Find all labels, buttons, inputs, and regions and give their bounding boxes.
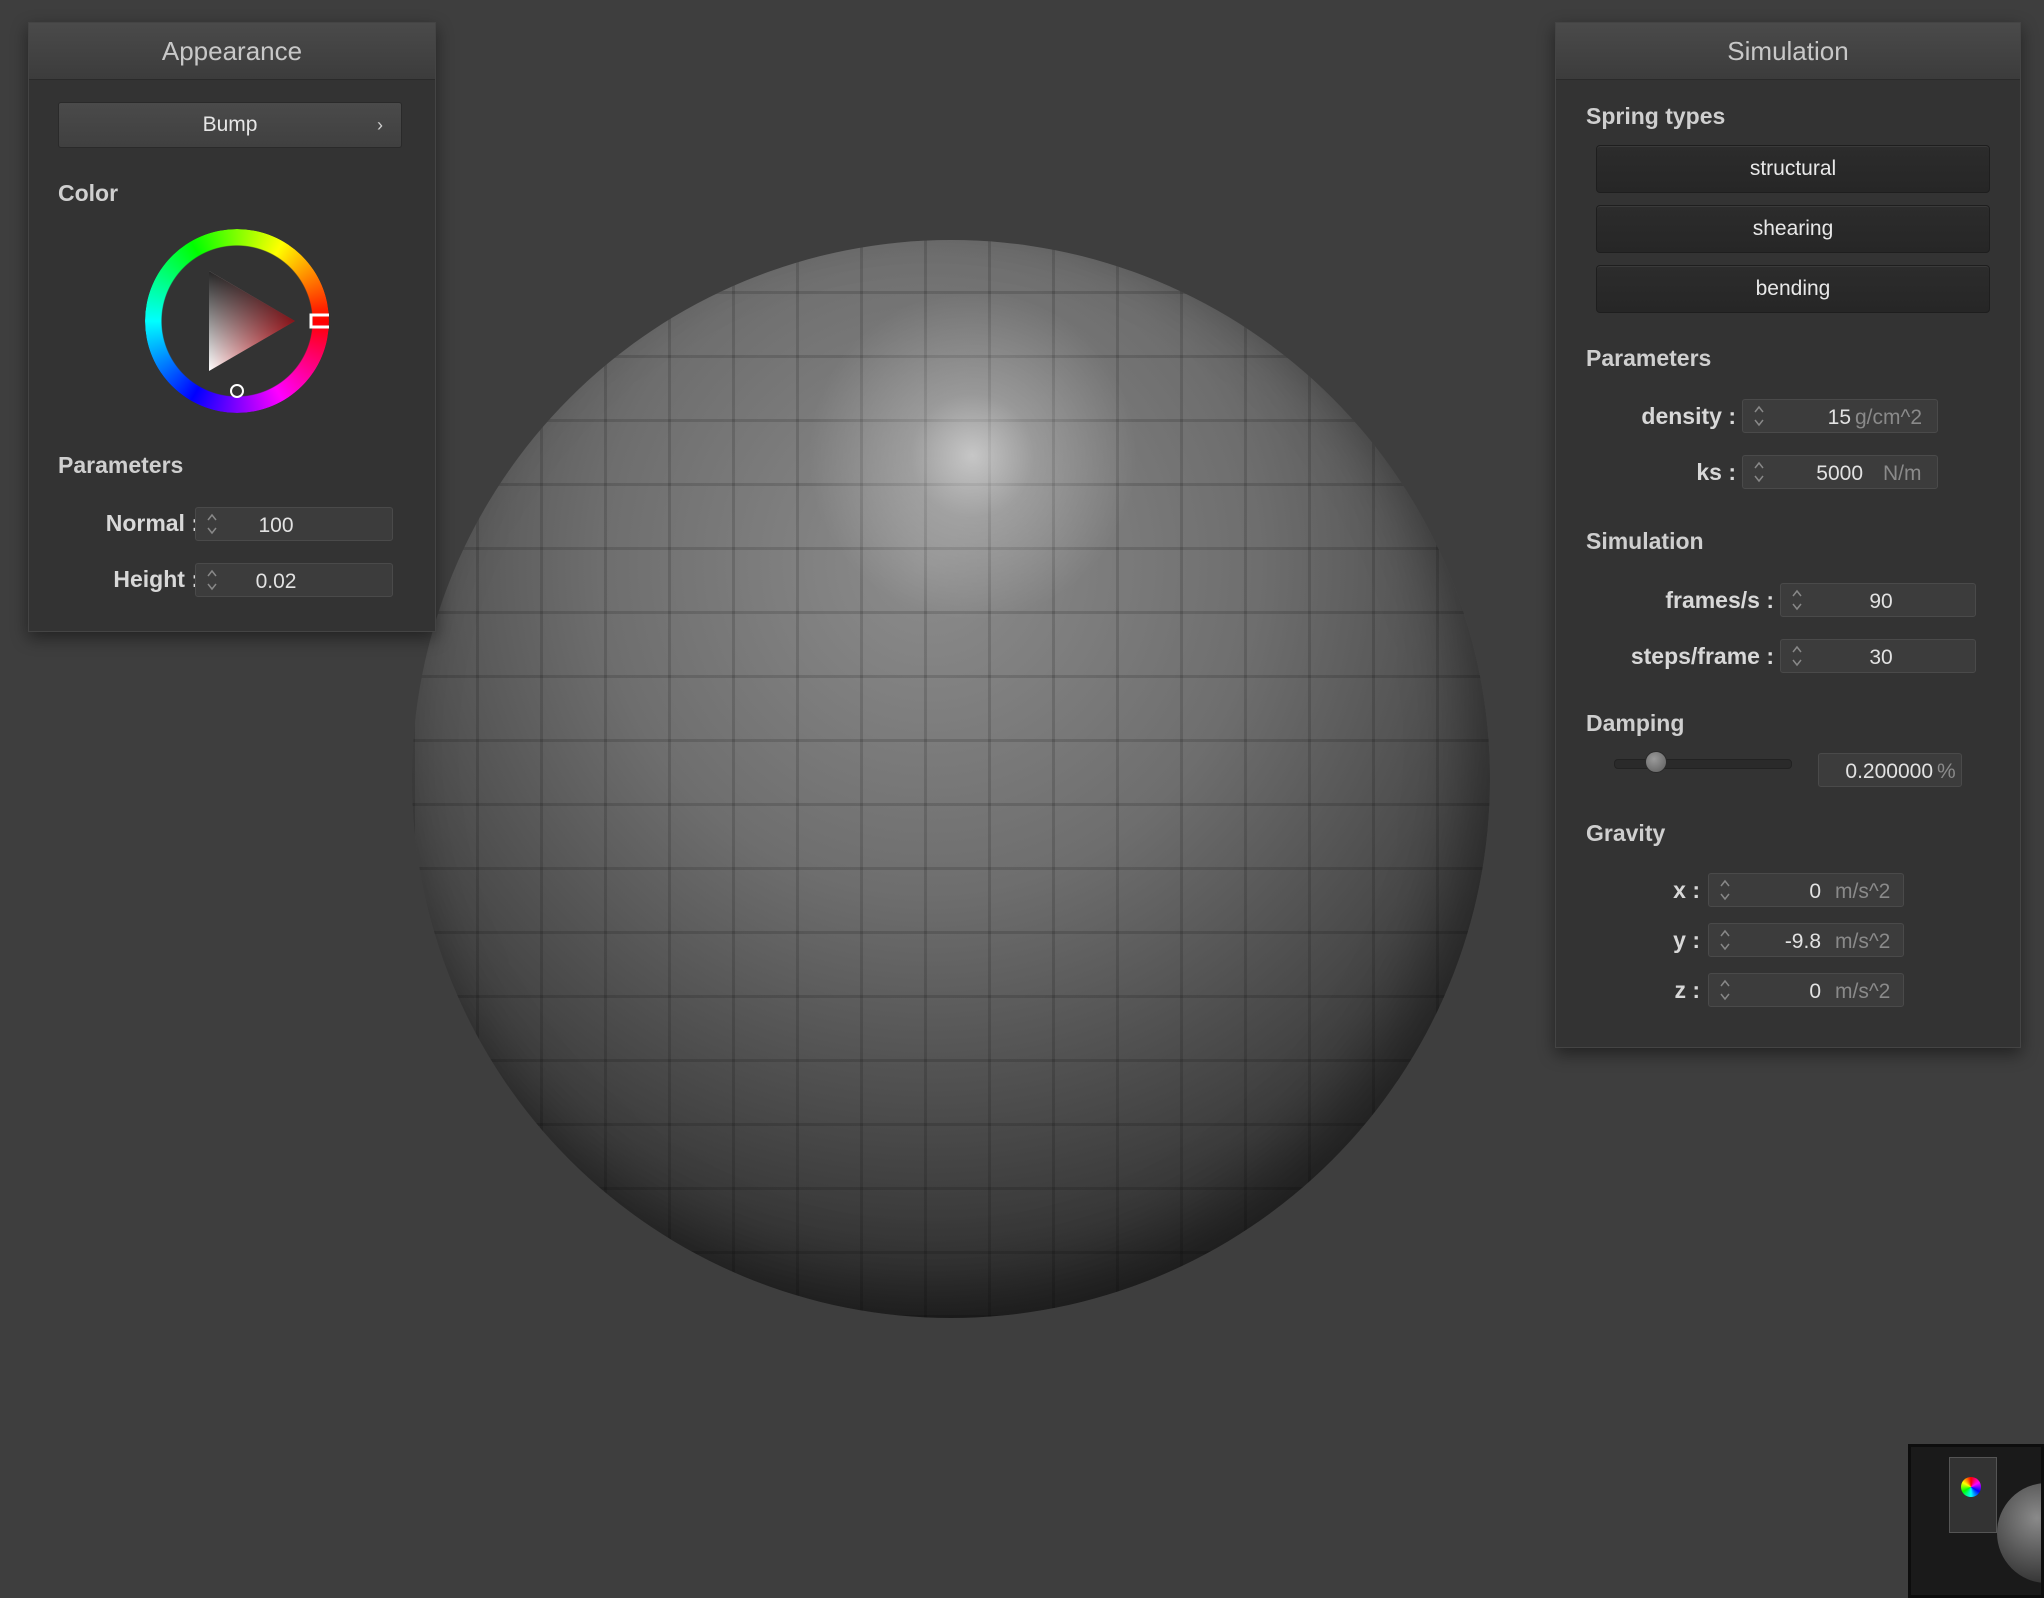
steps-value: 30 xyxy=(1869,646,1893,669)
color-wheel[interactable] xyxy=(145,229,339,413)
fps-field[interactable]: 90 xyxy=(1780,583,1976,617)
thumbnail-color-wheel-icon xyxy=(1961,1477,1981,1497)
color-section-label: Color xyxy=(58,180,119,206)
appearance-title: Appearance xyxy=(29,23,435,80)
damping-label: Damping xyxy=(1586,710,1685,736)
appearance-parameters-label: Parameters xyxy=(58,452,184,478)
damping-slider-knob[interactable] xyxy=(1645,751,1668,773)
ks-label: ks : xyxy=(1696,459,1736,485)
normal-stepper[interactable]: 100 xyxy=(195,507,393,541)
steps-label: steps/frame : xyxy=(1630,643,1774,669)
gravity-y-field[interactable]: -9.8 m/s^2 xyxy=(1708,923,1904,957)
density-label: density : xyxy=(1641,403,1736,429)
spring-types-label: Spring types xyxy=(1586,103,1726,129)
steps-field[interactable]: 30 xyxy=(1780,639,1976,673)
damping-field[interactable]: 0.200000 % xyxy=(1818,753,1962,787)
appearance-panel: Appearance Bump › Color Parameters Norma… xyxy=(28,22,436,632)
fps-label: frames/s : xyxy=(1665,587,1774,613)
gravity-x-field[interactable]: 0 m/s^2 xyxy=(1708,873,1904,907)
damping-unit: % xyxy=(1937,760,1956,783)
structural-button[interactable]: structural xyxy=(1596,145,1990,193)
damping-slider[interactable] xyxy=(1614,751,1792,775)
simulation-title: Simulation xyxy=(1556,23,2020,80)
material-select[interactable]: Bump › xyxy=(58,102,402,148)
window-thumbnail[interactable] xyxy=(1908,1444,2044,1598)
ks-value: 5000 xyxy=(1816,462,1863,485)
gravity-z-label: z : xyxy=(1674,977,1700,1003)
gravity-x-unit: m/s^2 xyxy=(1835,880,1891,903)
damping-slider-track xyxy=(1614,759,1792,769)
thumbnail-sphere xyxy=(1997,1483,2041,1583)
density-value: 15 xyxy=(1827,406,1851,429)
height-label: Height : xyxy=(113,566,199,592)
gravity-z-value: 0 xyxy=(1809,980,1821,1003)
fps-value: 90 xyxy=(1869,590,1893,613)
bending-button[interactable]: bending xyxy=(1596,265,1990,313)
damping-value: 0.200000 xyxy=(1845,760,1933,783)
chevron-right-icon: › xyxy=(377,115,383,135)
spin-arrows-icon[interactable] xyxy=(1753,459,1765,485)
spin-arrows-icon[interactable] xyxy=(1719,977,1731,1003)
ks-field[interactable]: 5000 N/m xyxy=(1742,455,1938,489)
gravity-y-label: y : xyxy=(1673,927,1700,953)
ks-unit: N/m xyxy=(1883,462,1922,485)
normal-label: Normal : xyxy=(105,510,199,536)
shearing-button[interactable]: shearing xyxy=(1596,205,1990,253)
spin-arrows-icon[interactable] xyxy=(1791,587,1803,613)
gravity-z-unit: m/s^2 xyxy=(1835,980,1891,1003)
normal-value: 100 xyxy=(258,514,294,537)
sim-parameters-label: Parameters xyxy=(1586,345,1712,371)
simulation-section-label: Simulation xyxy=(1586,528,1704,554)
spin-arrows-icon[interactable] xyxy=(1719,877,1731,903)
spin-arrows-icon[interactable] xyxy=(206,567,218,593)
spin-arrows-icon[interactable] xyxy=(206,511,218,537)
height-value: 0.02 xyxy=(255,570,297,593)
gravity-x-label: x : xyxy=(1673,877,1700,903)
gravity-y-unit: m/s^2 xyxy=(1835,930,1891,953)
density-field[interactable]: 15 g/cm^2 xyxy=(1742,399,1938,433)
gravity-z-field[interactable]: 0 m/s^2 xyxy=(1708,973,1904,1007)
color-wheel-graphic xyxy=(145,229,339,413)
gravity-y-value: -9.8 xyxy=(1784,930,1821,953)
gravity-label: Gravity xyxy=(1586,820,1666,846)
simulation-panel: Simulation Spring types structural shear… xyxy=(1555,22,2021,1048)
material-select-label: Bump xyxy=(202,113,258,136)
spin-arrows-icon[interactable] xyxy=(1791,643,1803,669)
gravity-x-value: 0 xyxy=(1809,880,1821,903)
height-stepper[interactable]: 0.02 xyxy=(195,563,393,597)
spin-arrows-icon[interactable] xyxy=(1719,927,1731,953)
bump-mapped-sphere[interactable] xyxy=(412,240,1490,1318)
spin-arrows-icon[interactable] xyxy=(1753,403,1765,429)
density-unit: g/cm^2 xyxy=(1855,406,1923,429)
